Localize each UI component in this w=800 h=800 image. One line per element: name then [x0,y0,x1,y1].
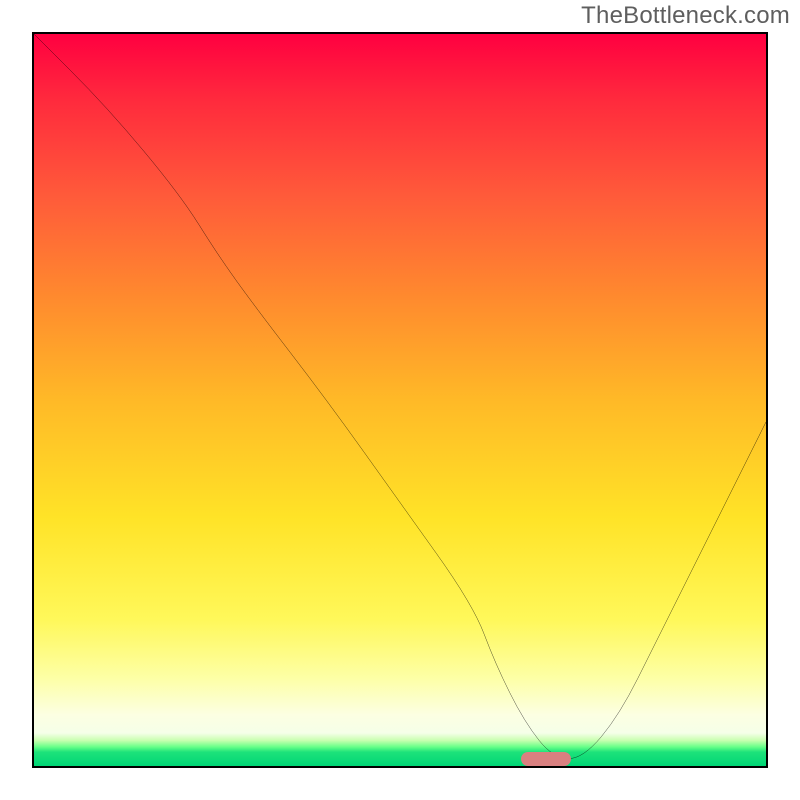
bottleneck-curve [34,34,766,766]
watermark-text: TheBottleneck.com [581,2,790,30]
optimal-point-marker [521,752,571,766]
plot-frame [32,32,768,768]
chart-canvas: TheBottleneck.com [0,0,800,800]
